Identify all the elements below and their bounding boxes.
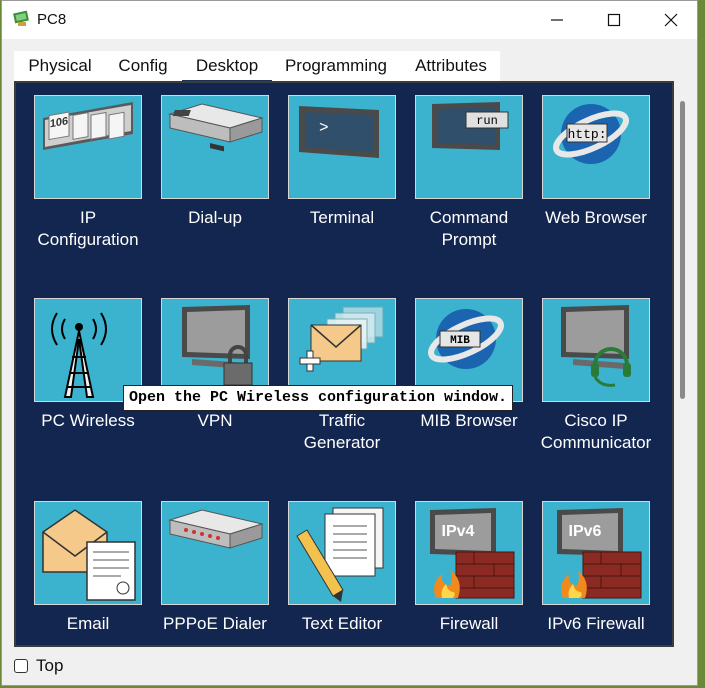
firewall-icon: IPv4 <box>430 508 515 599</box>
app-label: MIB Browser <box>420 411 518 430</box>
app-firewall[interactable]: IPv4 Firewall <box>401 501 525 645</box>
app-label: Cisco IP Communicator <box>540 411 652 452</box>
packet-tracer-icon <box>13 10 29 26</box>
terminal-icon: > <box>299 106 379 158</box>
app-label: Email <box>66 614 110 633</box>
footer: Top <box>14 654 63 678</box>
ip-configuration-icon: 106 <box>43 102 133 150</box>
app-label: Text Editor <box>301 614 383 633</box>
app-label: PC Wireless <box>41 411 135 430</box>
pppoe-dialer-tile[interactable] <box>161 501 269 605</box>
tab-desktop[interactable]: Desktop <box>182 51 272 83</box>
tab-attributes[interactable]: Attributes <box>404 51 498 81</box>
desktop-scrollbar[interactable] <box>678 83 690 645</box>
app-label: IPv6 Firewall <box>547 614 645 633</box>
ipv6-firewall-tile[interactable]: IPv6 <box>542 501 650 605</box>
text-editor-tile[interactable] <box>288 501 396 605</box>
top-checkbox[interactable] <box>14 659 28 673</box>
app-web-browser[interactable]: http: Web Browser <box>528 95 652 245</box>
minimize-icon <box>551 19 563 21</box>
app-ip-configuration[interactable]: 106 IP Configuration <box>20 95 144 249</box>
desktop-panel: 106 IP Configuration Dial-up > Terminal … <box>14 81 674 647</box>
app-pc-wireless[interactable]: PC Wireless <box>20 298 144 448</box>
tab-physical[interactable]: Physical <box>14 51 106 81</box>
web-browser-tile[interactable]: http: <box>542 95 650 199</box>
app-terminal[interactable]: > Terminal <box>274 95 398 245</box>
scrollbar-thumb[interactable] <box>680 101 685 399</box>
dial-up-tile[interactable] <box>161 95 269 199</box>
ip-configuration-tile[interactable]: 106 <box>34 95 142 199</box>
app-ipv6-firewall[interactable]: IPv6 IPv6 Firewall <box>528 501 652 645</box>
app-email[interactable]: Email <box>20 501 144 645</box>
dial-up-icon <box>168 103 264 152</box>
app-label: Dial-up <box>188 208 242 227</box>
cisco-ip-communicator-icon <box>561 305 631 387</box>
app-pppoe-dialer[interactable]: PPPoE Dialer <box>147 501 271 645</box>
tooltip: Open the PC Wireless configuration windo… <box>123 385 514 411</box>
app-label: Web Browser <box>545 208 647 227</box>
app-label: Command Prompt <box>429 208 509 249</box>
mib-browser-icon-text: MIB <box>450 335 470 347</box>
firewall-icon-text: IPv4 <box>442 523 475 540</box>
command-prompt-icon-text: run <box>476 114 498 128</box>
tab-programming[interactable]: Programming <box>276 51 396 81</box>
minimize-button[interactable] <box>529 1 585 39</box>
close-button[interactable] <box>643 1 697 39</box>
command-prompt-tile[interactable]: run <box>415 95 523 199</box>
pppoe-dialer-icon <box>168 509 264 549</box>
maximize-button[interactable] <box>586 1 642 39</box>
pc8-window: PC8 Physical Config Desktop Programming … <box>1 0 698 686</box>
command-prompt-icon: run <box>432 102 509 150</box>
tab-config[interactable]: Config <box>108 51 178 81</box>
email-icon <box>42 509 136 601</box>
app-vpn[interactable]: VPN <box>147 298 271 448</box>
close-icon <box>664 13 678 27</box>
app-cisco-ip-communicator[interactable]: Cisco IP Communicator <box>528 298 652 452</box>
app-label: PPPoE Dialer <box>163 614 267 633</box>
app-label: IP Configuration <box>37 208 139 249</box>
terminal-icon-text: > <box>319 119 329 137</box>
title-bar[interactable]: PC8 <box>2 1 697 39</box>
app-command-prompt[interactable]: run Command Prompt <box>401 95 525 249</box>
app-label: VPN <box>197 411 233 430</box>
ipv6-firewall-icon: IPv6 <box>557 508 642 599</box>
tab-bar: Physical Config Desktop Programming Attr… <box>14 51 500 83</box>
app-label: Traffic Generator <box>303 411 381 452</box>
app-label: Firewall <box>439 614 499 633</box>
app-mib-browser[interactable]: MIB MIB Browser <box>401 298 525 448</box>
email-tile[interactable] <box>34 501 142 605</box>
text-editor-icon <box>296 507 384 602</box>
cisco-ip-communicator-tile[interactable] <box>542 298 650 402</box>
terminal-tile[interactable]: > <box>288 95 396 199</box>
web-browser-icon-text: http: <box>567 127 606 142</box>
firewall-tile[interactable]: IPv4 <box>415 501 523 605</box>
ipv6-firewall-icon-text: IPv6 <box>569 523 602 540</box>
app-traffic-generator[interactable]: Traffic Generator <box>274 298 398 452</box>
maximize-icon <box>607 13 621 27</box>
app-label: Terminal <box>309 208 375 227</box>
app-dial-up[interactable]: Dial-up <box>147 95 271 245</box>
app-text-editor[interactable]: Text Editor <box>274 501 398 645</box>
web-browser-icon: http: <box>553 104 629 164</box>
top-label: Top <box>36 656 64 675</box>
window-title: PC8 <box>37 11 67 28</box>
